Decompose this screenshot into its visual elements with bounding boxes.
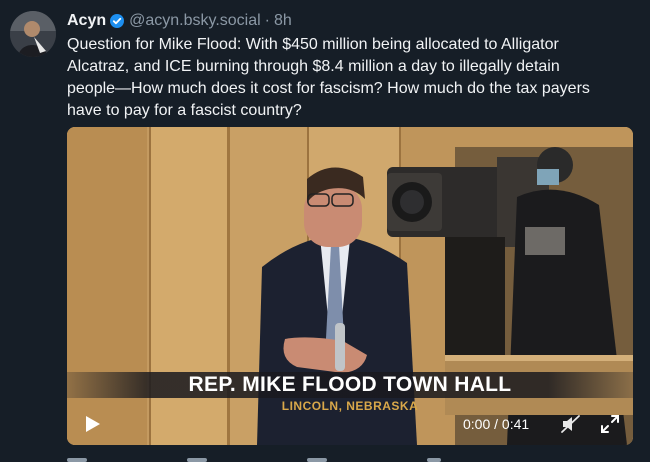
fullscreen-icon[interactable] (599, 413, 621, 435)
video-timecode: 0:00 / 0:41 (463, 416, 530, 432)
author-handle[interactable]: @acyn.bsky.social (129, 12, 261, 30)
more-icon[interactable] (427, 458, 441, 462)
avatar[interactable] (10, 11, 56, 57)
post-header: Acyn @acyn.bsky.social · 8h (67, 11, 292, 31)
post-text-line: people—How much does it cost for fascism… (67, 80, 590, 97)
mute-icon[interactable] (560, 413, 582, 435)
post-actions (67, 453, 467, 462)
play-icon[interactable] (81, 413, 103, 435)
avatar-image (10, 11, 56, 57)
like-icon[interactable] (307, 458, 327, 462)
author-name[interactable]: Acyn (67, 12, 106, 30)
video-player[interactable]: REP. MIKE FLOOD TOWN HALL LINCOLN, NEBRA… (67, 127, 633, 445)
lower-third: REP. MIKE FLOOD TOWN HALL LINCOLN, NEBRA… (67, 372, 633, 413)
reply-icon[interactable] (67, 458, 87, 462)
post-text: Question for Mike Flood: With $450 milli… (67, 34, 645, 122)
post-text-line: have to pay for a fascist country? (67, 102, 302, 119)
header-separator: · (264, 12, 270, 29)
verified-badge-icon (110, 14, 125, 28)
lower-third-title: REP. MIKE FLOOD TOWN HALL (67, 372, 633, 398)
post-text-line: Question for Mike Flood: With $450 milli… (67, 36, 559, 53)
post-timestamp[interactable]: 8h (274, 12, 292, 30)
video-controls: 0:00 / 0:41 (67, 407, 633, 445)
repost-icon[interactable] (187, 458, 207, 462)
post-text-line: Alcatraz, and ICE burning through $8.4 m… (67, 58, 560, 75)
